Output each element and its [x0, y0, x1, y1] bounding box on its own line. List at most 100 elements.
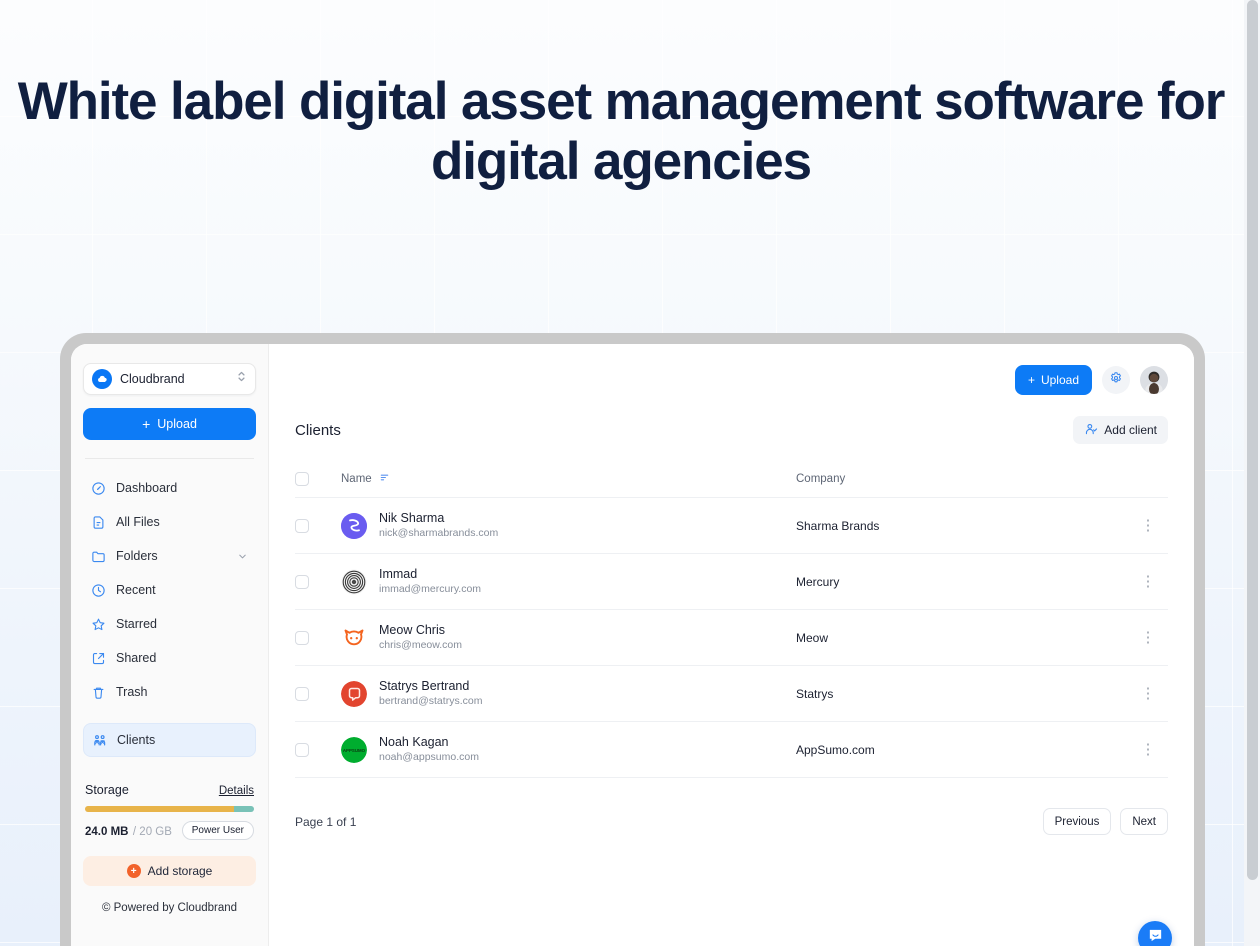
- kebab-menu-icon[interactable]: ⋮: [1128, 574, 1168, 589]
- sidebar-label: Shared: [116, 651, 157, 665]
- row-name-cell: Immad immad@mercury.com: [341, 553, 796, 610]
- table-body: Nik Sharma nick@sharmabrands.com Sharma …: [295, 497, 1168, 778]
- sidebar-item-all-files[interactable]: All Files: [83, 505, 256, 539]
- star-icon: [91, 617, 106, 632]
- select-all-cell: [295, 462, 341, 498]
- sidebar-label: Folders: [116, 549, 158, 563]
- sidebar-item-folders[interactable]: Folders: [83, 539, 256, 573]
- share-icon: [91, 651, 106, 666]
- plus-icon: +: [142, 416, 151, 432]
- kebab-menu-icon[interactable]: ⋮: [1128, 630, 1168, 645]
- row-name-cell: Statrys Bertrand bertrand@statrys.com: [341, 665, 796, 722]
- page-scrollbar-thumb[interactable]: [1247, 0, 1258, 880]
- row-checkbox[interactable]: [295, 742, 309, 757]
- row-person-name: Immad: [379, 567, 418, 581]
- sidebar-item-dashboard[interactable]: Dashboard: [83, 471, 256, 505]
- row-checkbox[interactable]: [295, 630, 309, 645]
- row-select-cell: [295, 665, 341, 722]
- column-name[interactable]: Name: [341, 462, 796, 498]
- row-select-cell: [295, 497, 341, 554]
- storage-section: Storage Details 24.0 MB / 20 GB Power Us…: [83, 783, 256, 840]
- row-checkbox[interactable]: [295, 518, 309, 533]
- row-company: Mercury: [796, 553, 1128, 610]
- row-name-cell: Nik Sharma nick@sharmabrands.com: [341, 497, 796, 554]
- sidebar-footer: © Powered by Cloudbrand: [101, 902, 238, 914]
- add-client-label: Add client: [1104, 423, 1157, 437]
- sidebar-item-recent[interactable]: Recent: [83, 573, 256, 607]
- pagination: Page 1 of 1 Previous Next: [295, 778, 1168, 835]
- previous-page-button[interactable]: Previous: [1042, 808, 1112, 835]
- table-row[interactable]: Meow Chris chris@meow.com Meow ⋮: [295, 609, 1168, 666]
- workspace-selector[interactable]: Cloudbrand: [83, 363, 256, 395]
- table-row[interactable]: Nik Sharma nick@sharmabrands.com Sharma …: [295, 497, 1168, 554]
- storage-title: Storage: [85, 783, 129, 797]
- gear-icon: [1109, 371, 1123, 390]
- row-person-email: noah@appsumo.com: [379, 751, 479, 763]
- storage-progress-fill: [85, 806, 234, 812]
- sidebar-upload-button[interactable]: + Upload: [83, 408, 256, 440]
- row-checkbox[interactable]: [295, 686, 309, 701]
- meow-cat-logo: [341, 625, 367, 651]
- statrys-logo: [341, 680, 367, 707]
- sidebar-divider: [85, 458, 254, 459]
- sidebar-item-shared[interactable]: Shared: [83, 641, 256, 675]
- top-toolbar: + Upload: [269, 344, 1194, 416]
- settings-button[interactable]: [1102, 366, 1130, 394]
- sidebar-item-starred[interactable]: Starred: [83, 607, 256, 641]
- sidebar-item-clients[interactable]: Clients: [83, 723, 256, 757]
- row-menu-cell: ⋮: [1128, 665, 1168, 722]
- row-person-name: Nik Sharma: [379, 511, 445, 525]
- trash-icon: [91, 685, 106, 700]
- clock-icon: [91, 583, 106, 598]
- sidebar-label: Starred: [116, 617, 157, 631]
- device-frame: Cloudbrand + Upload Dashboard All Files …: [60, 333, 1205, 946]
- row-menu-cell: ⋮: [1128, 553, 1168, 610]
- add-storage-button[interactable]: + Add storage: [83, 856, 256, 886]
- avatar[interactable]: [1140, 366, 1168, 394]
- row-checkbox[interactable]: [295, 574, 309, 589]
- kebab-menu-icon[interactable]: ⋮: [1128, 686, 1168, 701]
- storage-details-link[interactable]: Details: [219, 785, 254, 797]
- sidebar-item-trash[interactable]: Trash: [83, 675, 256, 709]
- file-icon: [91, 515, 106, 530]
- sidebar-label: All Files: [116, 515, 160, 529]
- intercom-chat-icon: [1147, 927, 1164, 946]
- next-page-button[interactable]: Next: [1120, 808, 1168, 835]
- main-panel: + Upload Clients Add client Name Company…: [269, 344, 1194, 946]
- app-screen: Cloudbrand + Upload Dashboard All Files …: [71, 344, 1194, 946]
- page-scrollbar-track[interactable]: [1244, 0, 1260, 946]
- table-row[interactable]: APPSUMO Noah Kagan noah@appsumo.com AppS…: [295, 721, 1168, 778]
- sidebar-nav: Dashboard All Files Folders Recent Starr…: [83, 471, 256, 757]
- upload-button[interactable]: + Upload: [1014, 365, 1092, 395]
- row-person-name: Noah Kagan: [379, 735, 449, 749]
- sidebar-label: Dashboard: [116, 481, 178, 495]
- dashboard-gauge-icon: [91, 481, 106, 496]
- table-head: Name Company: [295, 462, 1168, 498]
- sidebar-label: Clients: [117, 733, 156, 747]
- table-row[interactable]: Immad immad@mercury.com Mercury ⋮: [295, 553, 1168, 610]
- chevron-down-icon[interactable]: [237, 551, 248, 562]
- sidebar-upload-label: Upload: [157, 417, 197, 431]
- cloud-icon: [92, 369, 112, 389]
- column-actions: [1128, 462, 1168, 498]
- row-menu-cell: ⋮: [1128, 721, 1168, 778]
- page-title: Clients: [295, 421, 341, 439]
- kebab-menu-icon[interactable]: ⋮: [1128, 742, 1168, 757]
- row-person-email: nick@sharmabrands.com: [379, 527, 499, 539]
- column-company: Company: [796, 462, 1128, 498]
- table-row[interactable]: Statrys Bertrand bertrand@statrys.com St…: [295, 665, 1168, 722]
- appsumo-logo: APPSUMO: [341, 736, 367, 763]
- plan-badge: Power User: [181, 821, 254, 840]
- sort-descending-icon[interactable]: [379, 472, 390, 486]
- storage-meta: 24.0 MB / 20 GB Power User: [85, 821, 254, 840]
- chevron-up-down-icon: [236, 370, 247, 388]
- row-person-email: bertrand@statrys.com: [379, 695, 483, 707]
- row-menu-cell: ⋮: [1128, 609, 1168, 666]
- kebab-menu-icon[interactable]: ⋮: [1128, 518, 1168, 533]
- storage-used: 24.0 MB: [85, 825, 129, 838]
- add-client-button[interactable]: Add client: [1073, 416, 1168, 444]
- row-select-cell: [295, 609, 341, 666]
- plus-circle-icon: +: [126, 864, 141, 878]
- select-all-checkbox[interactable]: [295, 472, 309, 486]
- page-header: Clients Add client: [295, 416, 1168, 462]
